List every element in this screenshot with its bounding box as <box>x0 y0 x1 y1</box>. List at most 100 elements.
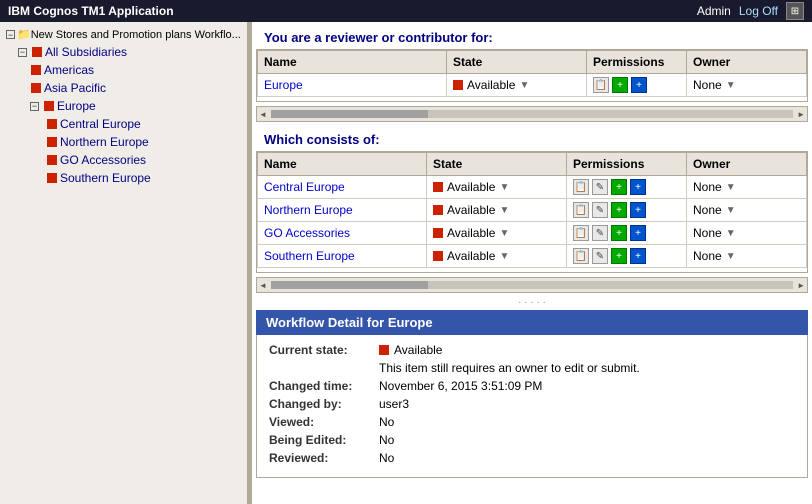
book-icon-1[interactable]: 📋 <box>593 77 609 93</box>
book-icon-c3[interactable]: 📋 <box>573 248 589 264</box>
main-layout: − 📁 New Stores and Promotion plans Workf… <box>0 22 812 504</box>
node-icon-americas <box>31 65 41 75</box>
edit-icon-c0[interactable]: + <box>630 179 646 195</box>
add-icon-c1[interactable]: + <box>611 202 627 218</box>
node-icon-southern <box>47 173 57 183</box>
node-label-southern: Southern Europe <box>60 171 151 185</box>
table-row: Southern Europe Available ▼ 📋 ✎ + + None… <box>258 245 807 268</box>
scroll-left-2[interactable]: ◄ <box>259 281 267 290</box>
pencil-icon-c2[interactable]: ✎ <box>592 225 608 241</box>
node-label-all: All Subsidiaries <box>45 45 127 59</box>
edit-icon-c2[interactable]: + <box>630 225 646 241</box>
owner-value-c2: None <box>693 226 722 240</box>
scroll-bar-1[interactable] <box>271 110 793 118</box>
node-label-central: Central Europe <box>60 117 141 131</box>
add-icon-c0[interactable]: + <box>611 179 627 195</box>
top-bar-right: Admin Log Off ⊞ <box>697 2 804 20</box>
consists-name-link-2[interactable]: GO Accessories <box>264 226 350 240</box>
scroll-right-2[interactable]: ► <box>797 281 805 290</box>
workflow-body: Current state: Available This item still… <box>256 335 808 478</box>
tree-node-americas[interactable]: Americas <box>0 61 247 79</box>
state-dropdown-c1[interactable]: ▼ <box>499 205 509 216</box>
state-dropdown-c0[interactable]: ▼ <box>499 182 509 193</box>
owner-dropdown-c2[interactable]: ▼ <box>726 228 736 239</box>
scroll-bar-2[interactable] <box>271 281 793 289</box>
node-icon-go <box>47 155 57 165</box>
scrollbar-2[interactable]: ◄ ► <box>256 277 808 293</box>
node-icon-northern <box>47 137 57 147</box>
wf-note-row: This item still requires an owner to edi… <box>269 361 795 375</box>
state-dropdown-1[interactable]: ▼ <box>519 80 529 91</box>
consists-table: Name State Permissions Owner Central Eur… <box>257 152 807 268</box>
status-text-1: Available <box>467 78 515 92</box>
owner-dropdown-c3[interactable]: ▼ <box>726 251 736 262</box>
dots-separator: · · · · · <box>252 295 812 310</box>
wf-viewed-value: No <box>379 415 394 429</box>
scroll-thumb-2 <box>271 281 428 289</box>
collapse-icon-europe[interactable]: − <box>30 102 39 111</box>
consists-owner-cell-1: None ▼ <box>687 199 807 222</box>
logout-link[interactable]: Log Off <box>739 4 778 18</box>
table-row: Central Europe Available ▼ 📋 ✎ + + None … <box>258 176 807 199</box>
consists-name-cell-2: GO Accessories <box>258 222 427 245</box>
node-label-asia: Asia Pacific <box>44 81 106 95</box>
consists-name-link-0[interactable]: Central Europe <box>264 180 345 194</box>
wf-being-edited-value: No <box>379 433 394 447</box>
tree-node-southern-europe[interactable]: Southern Europe <box>0 169 247 187</box>
tree-node-central-europe[interactable]: Central Europe <box>0 115 247 133</box>
scrollbar-1[interactable]: ◄ ► <box>256 106 808 122</box>
edit-icon-c3[interactable]: + <box>630 248 646 264</box>
consists-name-cell-1: Northern Europe <box>258 199 427 222</box>
consists-name-link-1[interactable]: Northern Europe <box>264 203 353 217</box>
consists-section-header: Which consists of: <box>252 124 812 151</box>
edit-icon-1[interactable]: + <box>631 77 647 93</box>
pencil-icon-c0[interactable]: ✎ <box>592 179 608 195</box>
reviewer-name-link[interactable]: Europe <box>264 78 303 92</box>
wf-changed-time-label: Changed time: <box>269 379 379 393</box>
state-dropdown-c3[interactable]: ▼ <box>499 251 509 262</box>
add-icon-c3[interactable]: + <box>611 248 627 264</box>
wf-being-edited-row: Being Edited: No <box>269 433 795 447</box>
edit-icon-c1[interactable]: + <box>630 202 646 218</box>
tree-node-europe[interactable]: − Europe <box>0 97 247 115</box>
node-label-go: GO Accessories <box>60 153 146 167</box>
top-bar: IBM Cognos TM1 Application Admin Log Off… <box>0 0 812 22</box>
book-icon-c2[interactable]: 📋 <box>573 225 589 241</box>
status-text-c2: Available <box>447 226 495 240</box>
scroll-right-1[interactable]: ► <box>797 110 805 119</box>
wf-current-state-row: Current state: Available <box>269 343 795 357</box>
tree-node-go-accessories[interactable]: GO Accessories <box>0 151 247 169</box>
col-header-owner-1: Owner <box>687 51 807 74</box>
scroll-left-1[interactable]: ◄ <box>259 110 267 119</box>
collapse-icon-all[interactable]: − <box>18 48 27 57</box>
owner-dropdown-c0[interactable]: ▼ <box>726 182 736 193</box>
add-icon-c2[interactable]: + <box>611 225 627 241</box>
consists-name-link-3[interactable]: Southern Europe <box>264 249 355 263</box>
owner-value-c0: None <box>693 180 722 194</box>
pencil-icon-c3[interactable]: ✎ <box>592 248 608 264</box>
status-icon-c0 <box>433 182 443 192</box>
right-panel: You are a reviewer or contributor for: N… <box>252 22 812 504</box>
tree-node-all-subsidiaries[interactable]: − All Subsidiaries <box>0 43 247 61</box>
col-header-name-1: Name <box>258 51 447 74</box>
consists-owner-cell-2: None ▼ <box>687 222 807 245</box>
wf-status-icon <box>379 345 389 355</box>
tree-node-asia-pacific[interactable]: Asia Pacific <box>0 79 247 97</box>
tree-root[interactable]: − 📁 New Stores and Promotion plans Workf… <box>0 26 247 43</box>
consists-state-cell-0: Available ▼ <box>427 176 567 199</box>
add-icon-1[interactable]: + <box>612 77 628 93</box>
tree-node-northern-europe[interactable]: Northern Europe <box>0 133 247 151</box>
app-icon[interactable]: ⊞ <box>786 2 804 20</box>
wf-note: This item still requires an owner to edi… <box>379 361 640 375</box>
pencil-icon-c1[interactable]: ✎ <box>592 202 608 218</box>
book-icon-c0[interactable]: 📋 <box>573 179 589 195</box>
wf-viewed-row: Viewed: No <box>269 415 795 429</box>
collapse-icon[interactable]: − <box>6 30 15 39</box>
owner-dropdown-1[interactable]: ▼ <box>726 80 736 91</box>
consists-state-cell-2: Available ▼ <box>427 222 567 245</box>
state-dropdown-c2[interactable]: ▼ <box>499 228 509 239</box>
owner-dropdown-c1[interactable]: ▼ <box>726 205 736 216</box>
node-icon-central <box>47 119 57 129</box>
book-icon-c1[interactable]: 📋 <box>573 202 589 218</box>
reviewer-table: Name State Permissions Owner Europe <box>257 50 807 97</box>
